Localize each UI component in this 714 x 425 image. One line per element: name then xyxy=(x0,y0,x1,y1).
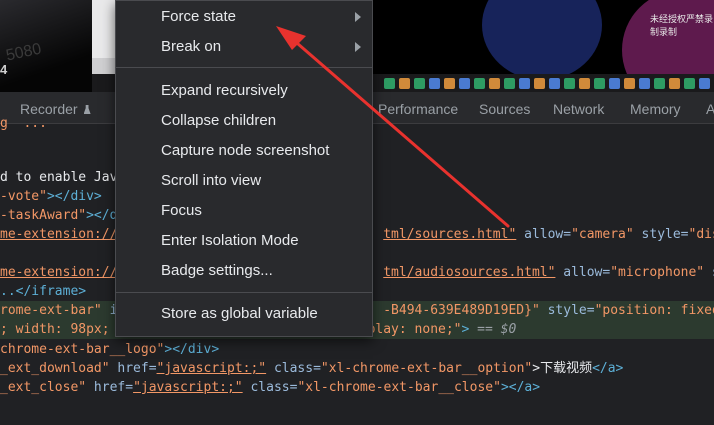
menu-item-scroll-into-view[interactable]: Scroll into view xyxy=(161,172,261,189)
preview-left-number: 4 xyxy=(0,62,8,77)
chevron-right-icon xyxy=(355,42,361,52)
taskbar-app-icon xyxy=(459,78,470,89)
menu-item-enter-isolation-mode[interactable]: Enter Isolation Mode xyxy=(161,232,299,249)
chevron-right-icon xyxy=(355,12,361,22)
taskbar-app-icon xyxy=(474,78,485,89)
code-line[interactable]: _ext_download" href="javascript:;" class… xyxy=(0,359,714,378)
preview-faint-number: 5080 xyxy=(4,40,43,65)
taskbar-app-icon xyxy=(534,78,545,89)
taskbar-app-icon xyxy=(609,78,620,89)
taskbar-app-icon xyxy=(504,78,515,89)
preview-caption: 未经授权严禁录制录制 xyxy=(650,14,714,37)
menu-item-capture-node-screenshot[interactable]: Capture node screenshot xyxy=(161,142,329,159)
preview-video: 未经授权严禁录制录制 xyxy=(372,0,714,74)
preview-left-panel: 5080 4 xyxy=(0,0,92,92)
menu-item-expand-recursively[interactable]: Expand recursively xyxy=(161,82,288,99)
taskbar-app-icon xyxy=(489,78,500,89)
menu-item-collapse-children[interactable]: Collapse children xyxy=(161,112,276,129)
taskbar-app-icon xyxy=(414,78,425,89)
taskbar-app-icon xyxy=(579,78,590,89)
taskbar-app-icon xyxy=(399,78,410,89)
taskbar-app-icon xyxy=(444,78,455,89)
menu-separator xyxy=(116,292,372,293)
menu-separator xyxy=(116,67,372,68)
taskbar-app-icon xyxy=(429,78,440,89)
taskbar-app-icon xyxy=(669,78,680,89)
flask-icon xyxy=(83,105,91,114)
taskbar-app-icon xyxy=(684,78,695,89)
context-menu: Force state Break on Expand recursively … xyxy=(115,0,373,337)
code-line[interactable]: chrome-ext-bar__logo"></div> xyxy=(0,340,714,359)
menu-item-store-as-global-variable[interactable]: Store as global variable xyxy=(161,305,318,322)
code-line[interactable]: _ext_close" href="javascript:;" class="x… xyxy=(0,378,714,397)
menu-item-focus[interactable]: Focus xyxy=(161,202,202,219)
preview-shape-blue xyxy=(482,0,602,74)
menu-item-badge-settings[interactable]: Badge settings... xyxy=(161,262,273,279)
taskbar-app-icon xyxy=(594,78,605,89)
menu-item-break-on[interactable]: Break on xyxy=(161,38,221,55)
taskbar-app-icon xyxy=(639,78,650,89)
taskbar-app-icon xyxy=(624,78,635,89)
taskbar-app-icon xyxy=(654,78,665,89)
taskbar-app-icon xyxy=(699,78,710,89)
menu-item-force-state[interactable]: Force state xyxy=(161,8,236,25)
taskbar-app-icon xyxy=(384,78,395,89)
taskbar-app-icon xyxy=(549,78,560,89)
taskbar-app-icon xyxy=(519,78,530,89)
taskbar-app-icon xyxy=(564,78,575,89)
